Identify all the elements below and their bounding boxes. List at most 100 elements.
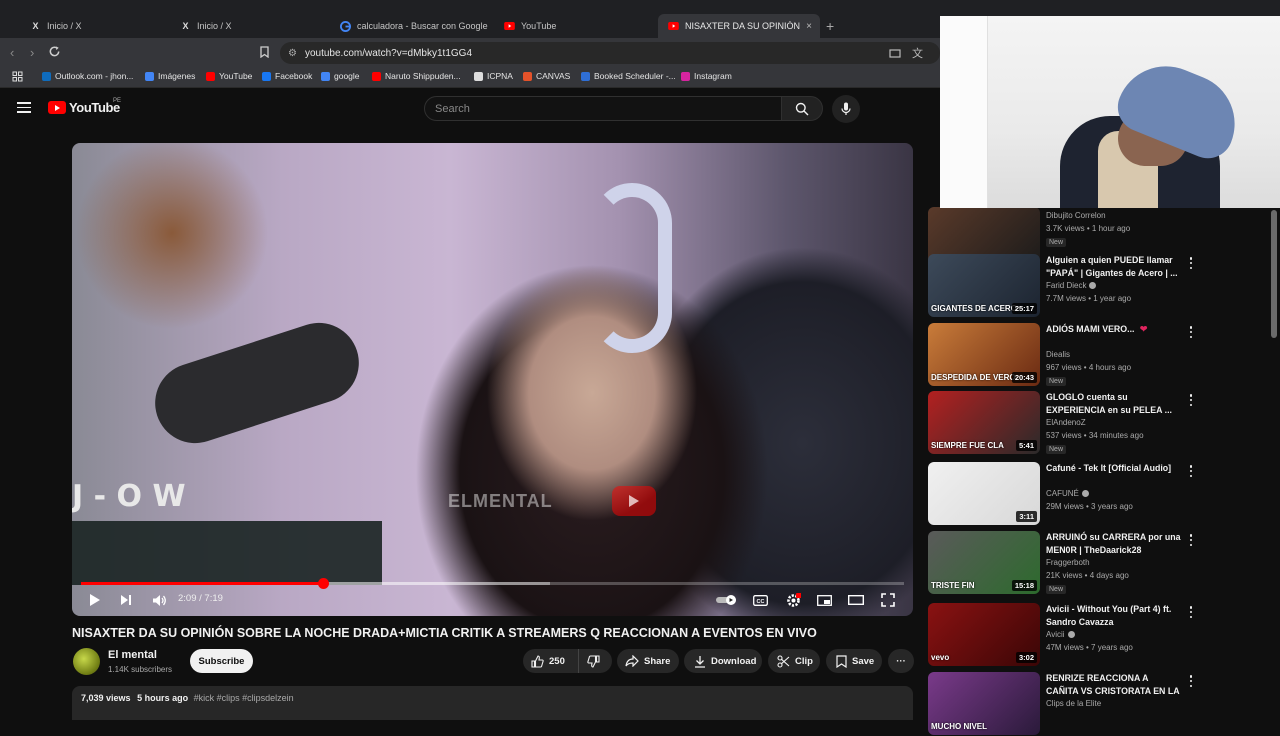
bookmark-item[interactable]: Instagram <box>681 71 732 81</box>
video-player[interactable]: J - O W ELMENTAL 2:09 / 7:19 CC <box>72 143 913 616</box>
autoplay-toggle[interactable] <box>714 592 740 608</box>
close-tab-icon[interactable]: × <box>806 21 812 32</box>
like-button[interactable]: 250 <box>523 649 578 673</box>
recommendation-thumbnail[interactable]: GIGANTES DE ACERO 25:17 <box>928 254 1040 317</box>
bookmark-item[interactable]: Imágenes <box>145 71 195 81</box>
recommendation-channel[interactable]: CAFUNÉ <box>1046 489 1089 498</box>
voice-search-button[interactable] <box>832 95 860 123</box>
more-vertical-icon[interactable] <box>1186 256 1196 270</box>
recommendation-item[interactable]: GIGANTES DE ACERO 25:17 Alguien a quien PU… <box>928 254 1258 318</box>
progress-bar[interactable] <box>81 578 904 589</box>
tab-youtube[interactable]: YouTube <box>494 14 654 38</box>
more-vertical-icon[interactable] <box>1186 325 1196 339</box>
cast-icon[interactable] <box>889 47 901 62</box>
more-vertical-icon[interactable] <box>1186 533 1196 547</box>
hashtags[interactable]: #kick #clips #clipsdelzein <box>194 693 294 703</box>
recommendation-channel[interactable]: Dibujito Correlon <box>1046 211 1106 220</box>
recommendation-title[interactable]: ADIÓS MAMI VERO... ❤ <box>1046 323 1181 336</box>
recommendation-title[interactable]: Alguien a quien PUEDE llamar "PAPÁ" | Gi… <box>1046 254 1181 279</box>
verified-badge-icon <box>1081 490 1089 498</box>
miniplayer-button[interactable] <box>816 592 832 608</box>
recommendation-channel[interactable]: Avicii <box>1046 630 1075 639</box>
recommendation-item[interactable]: DESPEDIDA DE VERO 20:43 ADIÓS MAMI VERO...… <box>928 323 1258 387</box>
more-vertical-icon[interactable] <box>1186 605 1196 619</box>
tab-google-search[interactable]: calculadora - Buscar con Google <box>330 14 495 38</box>
recommendation-channel[interactable]: ElAndenoZ <box>1046 418 1086 427</box>
bookmark-item[interactable]: Booked Scheduler -... <box>581 71 676 81</box>
fullscreen-button[interactable] <box>880 592 896 608</box>
recommendation-item[interactable]: TRISTE FIN 15:18 ARRUINÓ su CARRERA por un… <box>928 531 1258 595</box>
bookmark-item[interactable]: ICPNA <box>474 71 513 81</box>
scrubber-handle[interactable] <box>317 578 329 589</box>
more-vertical-icon[interactable] <box>1186 674 1196 688</box>
recommendation-channel[interactable]: Farid Dieck <box>1046 281 1097 290</box>
recommendation-item[interactable]: SIEMPRE FUE CLA 5:41 GLOGLO cuenta su EXPE… <box>928 391 1258 455</box>
recommendation-thumbnail[interactable]: DESPEDIDA DE VERO 20:43 <box>928 323 1040 386</box>
clip-label: Clip <box>795 655 813 667</box>
recommendation-thumbnail[interactable]: TRISTE FIN 15:18 <box>928 531 1040 594</box>
subscribe-button[interactable]: Subscribe <box>190 649 253 673</box>
description-box[interactable] <box>72 686 913 720</box>
more-actions-button[interactable]: ··· <box>888 649 914 673</box>
bookmark-star-icon[interactable] <box>259 46 270 61</box>
tab-inicio-x-1[interactable]: X Inicio / X <box>20 14 170 38</box>
recommendation-item[interactable]: 3:11 Cafuné - Tek It [Official Audio] CAFU… <box>928 462 1258 526</box>
tab-inicio-x-2[interactable]: X Inicio / X <box>170 14 330 38</box>
translate-icon[interactable]: 文 <box>912 45 923 61</box>
bookmark-item[interactable]: google <box>321 71 360 81</box>
more-vertical-icon[interactable] <box>1186 393 1196 407</box>
reload-icon[interactable] <box>48 45 61 61</box>
mute-button[interactable] <box>151 592 167 608</box>
recommendation-thumbnail[interactable]: SIEMPRE FUE CLA 5:41 <box>928 391 1040 454</box>
more-vertical-icon[interactable] <box>1186 464 1196 478</box>
back-icon[interactable]: ‹ <box>10 45 14 60</box>
youtube-icon <box>668 21 679 32</box>
clip-button[interactable]: Clip <box>768 649 820 673</box>
address-bar[interactable]: ⚙ youtube.com/watch?v=dMbky1t1GG4 <box>280 42 940 64</box>
site-settings-icon[interactable]: ⚙ <box>288 48 297 59</box>
recommendation-item[interactable]: vevo 3:02 Avicii - Without You (Part 4) ft… <box>928 603 1258 667</box>
play-button[interactable] <box>88 592 102 608</box>
menu-icon[interactable] <box>17 102 31 113</box>
recommendation-title[interactable]: ARRUINÓ su CARRERA por una MEN0R | TheDa… <box>1046 531 1181 556</box>
recommendation-title[interactable]: Cafuné - Tek It [Official Audio] <box>1046 462 1181 475</box>
verified-badge-icon <box>1089 282 1097 290</box>
search-input[interactable]: Search <box>424 96 782 121</box>
recommendation-channel[interactable]: Fraggerboth <box>1046 558 1090 567</box>
share-button[interactable]: Share <box>617 649 679 673</box>
save-button[interactable]: Save <box>826 649 882 673</box>
bookmark-favicon-icon <box>321 71 330 81</box>
recommendation-title[interactable]: Avicii - Without You (Part 4) ft. Sandro… <box>1046 603 1181 628</box>
recommendation-channel[interactable]: Diealis <box>1046 350 1070 359</box>
recommendation-thumbnail[interactable]: vevo 3:02 <box>928 603 1040 666</box>
bookmark-item[interactable]: Outlook.com - jhon... <box>42 71 133 81</box>
recommendation-item[interactable]: MUCHO NIVEL RENRIZE REACCIONA A CAÑITA VS… <box>928 672 1258 736</box>
tab-active-video[interactable]: NISAXTER DA SU OPINIÓN SOBR × <box>658 14 820 38</box>
apps-grid-icon[interactable] <box>12 71 23 82</box>
search-button[interactable] <box>781 96 823 121</box>
download-button[interactable]: Download <box>684 649 762 673</box>
new-tab-button[interactable]: + <box>826 18 834 34</box>
bookmark-item[interactable]: Naruto Shippuden... <box>372 71 461 81</box>
forward-icon[interactable]: › <box>30 45 34 60</box>
theater-mode-button[interactable] <box>848 592 864 608</box>
recommendation-thumbnail[interactable]: 3:11 <box>928 462 1040 525</box>
recommendation-title[interactable]: GLOGLO cuenta su EXPERIENCIA en su PELEA… <box>1046 391 1181 416</box>
youtube-logo[interactable]: YouTube <box>48 100 120 115</box>
tab-label: Inicio / X <box>47 21 82 31</box>
recommendation-title[interactable]: RENRIZE REACCIONA A CAÑITA VS CRISTORATA… <box>1046 672 1181 698</box>
channel-name[interactable]: El mental <box>108 649 157 661</box>
bookmark-item[interactable]: Facebook <box>262 71 312 81</box>
subtitles-button[interactable]: CC <box>752 592 768 608</box>
sidebar-scrollbar[interactable] <box>1271 210 1277 338</box>
time-display: 2:09 / 7:19 <box>178 593 223 604</box>
bookmark-item[interactable]: YouTube <box>206 71 252 81</box>
bookmark-item[interactable]: CANVAS <box>523 71 570 81</box>
recommendation-meta: 967 views • 4 hours ago <box>1046 363 1132 372</box>
next-button[interactable] <box>119 592 133 608</box>
recommendation-thumbnail[interactable]: MUCHO NIVEL <box>928 672 1040 735</box>
channel-avatar[interactable] <box>73 648 100 675</box>
recommendation-channel[interactable]: Clips de la Elite <box>1046 699 1101 708</box>
dislike-button[interactable] <box>578 649 612 673</box>
settings-button[interactable] <box>784 592 802 608</box>
